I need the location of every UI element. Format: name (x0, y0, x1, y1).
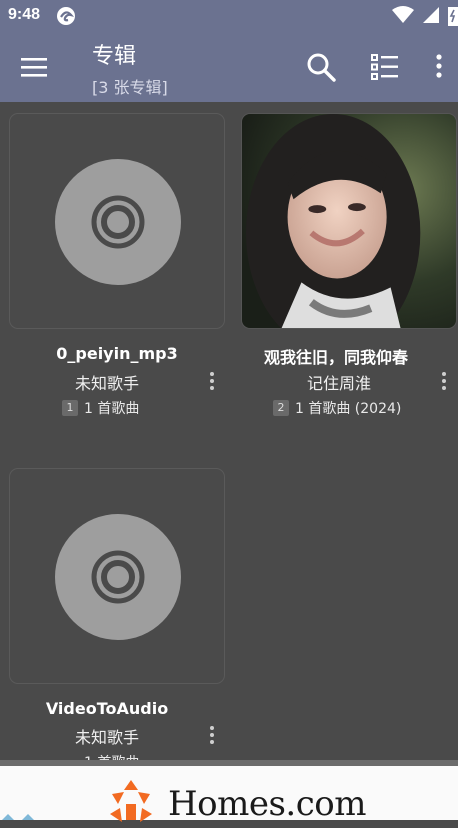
album-art-photo (242, 114, 456, 328)
song-count: 1 首歌曲 (2024) (295, 401, 402, 417)
album-artist-2: 记住周淮 (306, 374, 371, 393)
album-count: [3 张专辑] (92, 78, 168, 97)
battery-icon (448, 7, 458, 26)
song-count: 1 首歌曲 (84, 401, 140, 417)
ad-choices-icon[interactable] (0, 814, 40, 820)
album-artist-1: 未知歌手 (74, 374, 139, 393)
ad-banner[interactable]: Homes.com (0, 760, 458, 824)
disc-number-badge: 1 (62, 400, 78, 416)
album-cover-3[interactable] (9, 468, 225, 684)
album-meta-2: 2 1 首歌曲 (2024) (273, 398, 401, 418)
album-artist-3: 未知歌手 (74, 728, 139, 747)
app-toolbar: 专辑 [3 张专辑] (0, 32, 458, 102)
disc-icon (55, 514, 181, 640)
view-mode-icon[interactable] (370, 52, 400, 82)
status-bar: 9:48 (0, 0, 458, 32)
album-meta-1: 1 1 首歌曲 (62, 398, 139, 418)
album-menu-icon-2[interactable] (437, 370, 451, 394)
wifi-icon (392, 6, 414, 23)
disc-number-badge: 2 (273, 400, 289, 416)
album-title-2[interactable]: 观我往旧，同我仰春 (241, 344, 431, 368)
album-title-1[interactable]: 0_peiyin_mp3 (9, 344, 225, 363)
album-cover-2[interactable] (241, 113, 457, 329)
album-title-3[interactable]: VideoToAudio (9, 699, 205, 718)
app-notification-icon (57, 7, 75, 25)
signal-icon (423, 7, 439, 23)
search-icon[interactable] (306, 52, 336, 82)
homes-logo-icon (110, 780, 152, 822)
status-time: 9:48 (8, 6, 41, 23)
album-menu-icon-1[interactable] (205, 370, 219, 394)
album-grid: 0_peiyin_mp3 未知歌手 1 1 首歌曲 观我往旧，同我仰春 记住周淮… (0, 102, 458, 771)
menu-icon[interactable] (20, 54, 48, 80)
album-menu-icon-3[interactable] (205, 724, 219, 748)
disc-icon (55, 159, 181, 285)
ad-brand-text[interactable]: Homes.com (168, 784, 367, 824)
more-options-icon[interactable] (430, 52, 448, 82)
page-title: 专辑 (92, 44, 137, 69)
album-cover-1[interactable] (9, 113, 225, 329)
